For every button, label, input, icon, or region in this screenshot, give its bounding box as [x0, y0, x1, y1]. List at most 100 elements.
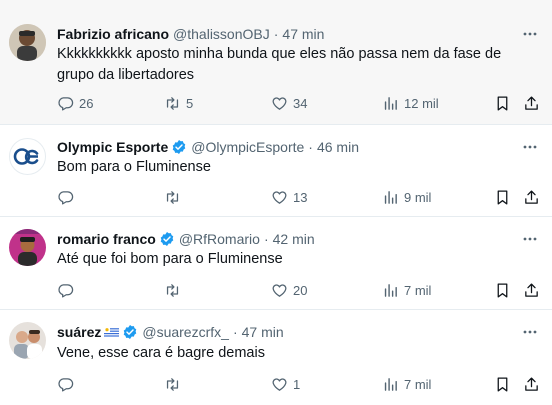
bookmark-icon	[497, 282, 508, 298]
separator: ·	[263, 231, 269, 247]
avatar[interactable]	[9, 322, 46, 359]
like-button[interactable]: 34	[271, 93, 307, 113]
views-count: 7 mil	[404, 376, 432, 392]
display-name[interactable]: Fabrizio africano	[57, 26, 169, 42]
tweet-text-line: Bom para o Fluminense	[57, 159, 211, 175]
like-icon	[272, 283, 287, 297]
separator: ·	[308, 139, 313, 155]
action-bar: 26 5 34 12 mil	[57, 93, 552, 113]
tweet[interactable]: Fabrizio africano @thalissonOBJ · 47 min…	[0, 0, 552, 125]
like-icon	[272, 190, 287, 204]
bookmark-button[interactable]	[494, 374, 511, 394]
views-count: 7 mil	[404, 282, 432, 298]
timestamp[interactable]: 47 min	[242, 324, 284, 340]
tweet[interactable]: suárez @suarezcrfx_ · 47 min Vene, esse …	[0, 310, 552, 405]
bookmark-button[interactable]	[494, 187, 511, 207]
tweet-text: Até que foi bom para o Fluminense	[57, 249, 528, 270]
more-icon[interactable]	[522, 324, 538, 340]
tweet-text: Vene, esse cara é bagre demais	[57, 343, 528, 364]
reply-icon	[58, 190, 74, 205]
retweet-count: 5	[186, 95, 194, 111]
views-icon	[384, 190, 397, 204]
display-name[interactable]: romario franco	[57, 231, 156, 247]
like-count: 13	[293, 189, 308, 205]
tweet-text: Bom para o Fluminense	[57, 157, 528, 178]
user-handle[interactable]: @OlympicEsporte	[191, 139, 304, 155]
more-icon[interactable]	[522, 26, 538, 42]
more-icon[interactable]	[522, 231, 538, 247]
like-button[interactable]: 20	[271, 280, 307, 300]
separator: ·	[273, 26, 279, 42]
retweet-button[interactable]	[164, 187, 186, 207]
reply-count: 26	[79, 95, 94, 111]
views-icon	[384, 96, 397, 110]
bookmark-icon	[497, 95, 508, 111]
retweet-icon	[166, 377, 179, 391]
retweet-icon	[166, 283, 179, 297]
tweet-text-line: grupo da libertadores	[57, 67, 195, 83]
share-icon	[525, 376, 538, 391]
separator: ·	[232, 324, 238, 340]
tweet[interactable]: romario franco @RfRomario · 42 min Até q…	[0, 217, 552, 310]
avatar[interactable]	[9, 24, 46, 61]
timestamp[interactable]: 47 min	[282, 26, 324, 42]
reply-icon	[58, 283, 74, 298]
views-button[interactable]: 9 mil	[382, 187, 431, 207]
views-count: 12 mil	[404, 95, 439, 111]
retweet-button[interactable]	[164, 374, 186, 394]
like-button[interactable]: 13	[271, 187, 307, 207]
like-count: 1	[293, 376, 301, 392]
reply-button[interactable]: 26	[57, 93, 93, 113]
retweet-button[interactable]: 5	[164, 93, 193, 113]
share-button[interactable]	[523, 280, 540, 300]
user-handle[interactable]: @RfRomario	[179, 231, 260, 247]
reply-button[interactable]	[57, 187, 79, 207]
views-button[interactable]: 7 mil	[382, 280, 431, 300]
reply-button[interactable]	[57, 280, 79, 300]
tweet[interactable]: Olympic Esporte @OlympicEsporte · 46 min…	[0, 125, 552, 217]
retweet-icon	[166, 190, 179, 204]
like-icon	[272, 377, 287, 391]
verified-icon	[124, 325, 137, 339]
display-name[interactable]: Olympic Esporte	[57, 139, 168, 155]
reply-button[interactable]	[57, 374, 79, 394]
views-count: 9 mil	[404, 189, 432, 205]
like-icon	[272, 96, 287, 110]
views-button[interactable]: 7 mil	[382, 374, 431, 394]
tweet-text: Kkkkkkkkkk aposto minha bunda que eles n…	[57, 44, 528, 86]
action-bar: 1 7 mil	[57, 374, 552, 394]
bookmark-button[interactable]	[494, 93, 511, 113]
share-button[interactable]	[523, 93, 540, 113]
like-count: 20	[293, 282, 308, 298]
bookmark-button[interactable]	[494, 280, 511, 300]
bookmark-icon	[497, 189, 508, 205]
share-icon	[525, 282, 538, 297]
tweet-header: romario franco @RfRomario · 42 min	[57, 229, 512, 249]
reply-icon	[58, 96, 74, 111]
timestamp[interactable]: 42 min	[273, 231, 315, 247]
tweet-header: suárez @suarezcrfx_ · 47 min	[57, 322, 512, 342]
display-name[interactable]: suárez	[57, 324, 101, 340]
avatar[interactable]	[9, 138, 46, 175]
retweet-icon	[166, 96, 179, 110]
user-handle[interactable]: @thalissonOBJ	[173, 26, 270, 42]
timestamp[interactable]: 46 min	[317, 139, 359, 155]
tweet-text-line: Kkkkkkkkkk aposto minha bunda que eles n…	[57, 46, 502, 62]
views-icon	[384, 283, 397, 297]
tweet-text-line: Até que foi bom para o Fluminense	[57, 251, 283, 267]
bookmark-icon	[497, 376, 508, 392]
more-icon[interactable]	[522, 139, 538, 155]
tweet-header: Olympic Esporte @OlympicEsporte · 46 min	[57, 137, 512, 157]
share-button[interactable]	[523, 187, 540, 207]
like-button[interactable]: 1	[271, 374, 300, 394]
retweet-button[interactable]	[164, 280, 186, 300]
user-handle[interactable]: @suarezcrfx_	[142, 324, 229, 340]
share-icon	[525, 95, 538, 110]
share-icon	[525, 189, 538, 204]
views-button[interactable]: 12 mil	[382, 93, 439, 113]
avatar[interactable]	[9, 229, 46, 266]
action-bar: 20 7 mil	[57, 280, 552, 300]
reply-feed: Fabrizio africano @thalissonOBJ · 47 min…	[0, 0, 552, 405]
tweet-text-line: Vene, esse cara é bagre demais	[57, 345, 265, 361]
share-button[interactable]	[523, 374, 540, 394]
